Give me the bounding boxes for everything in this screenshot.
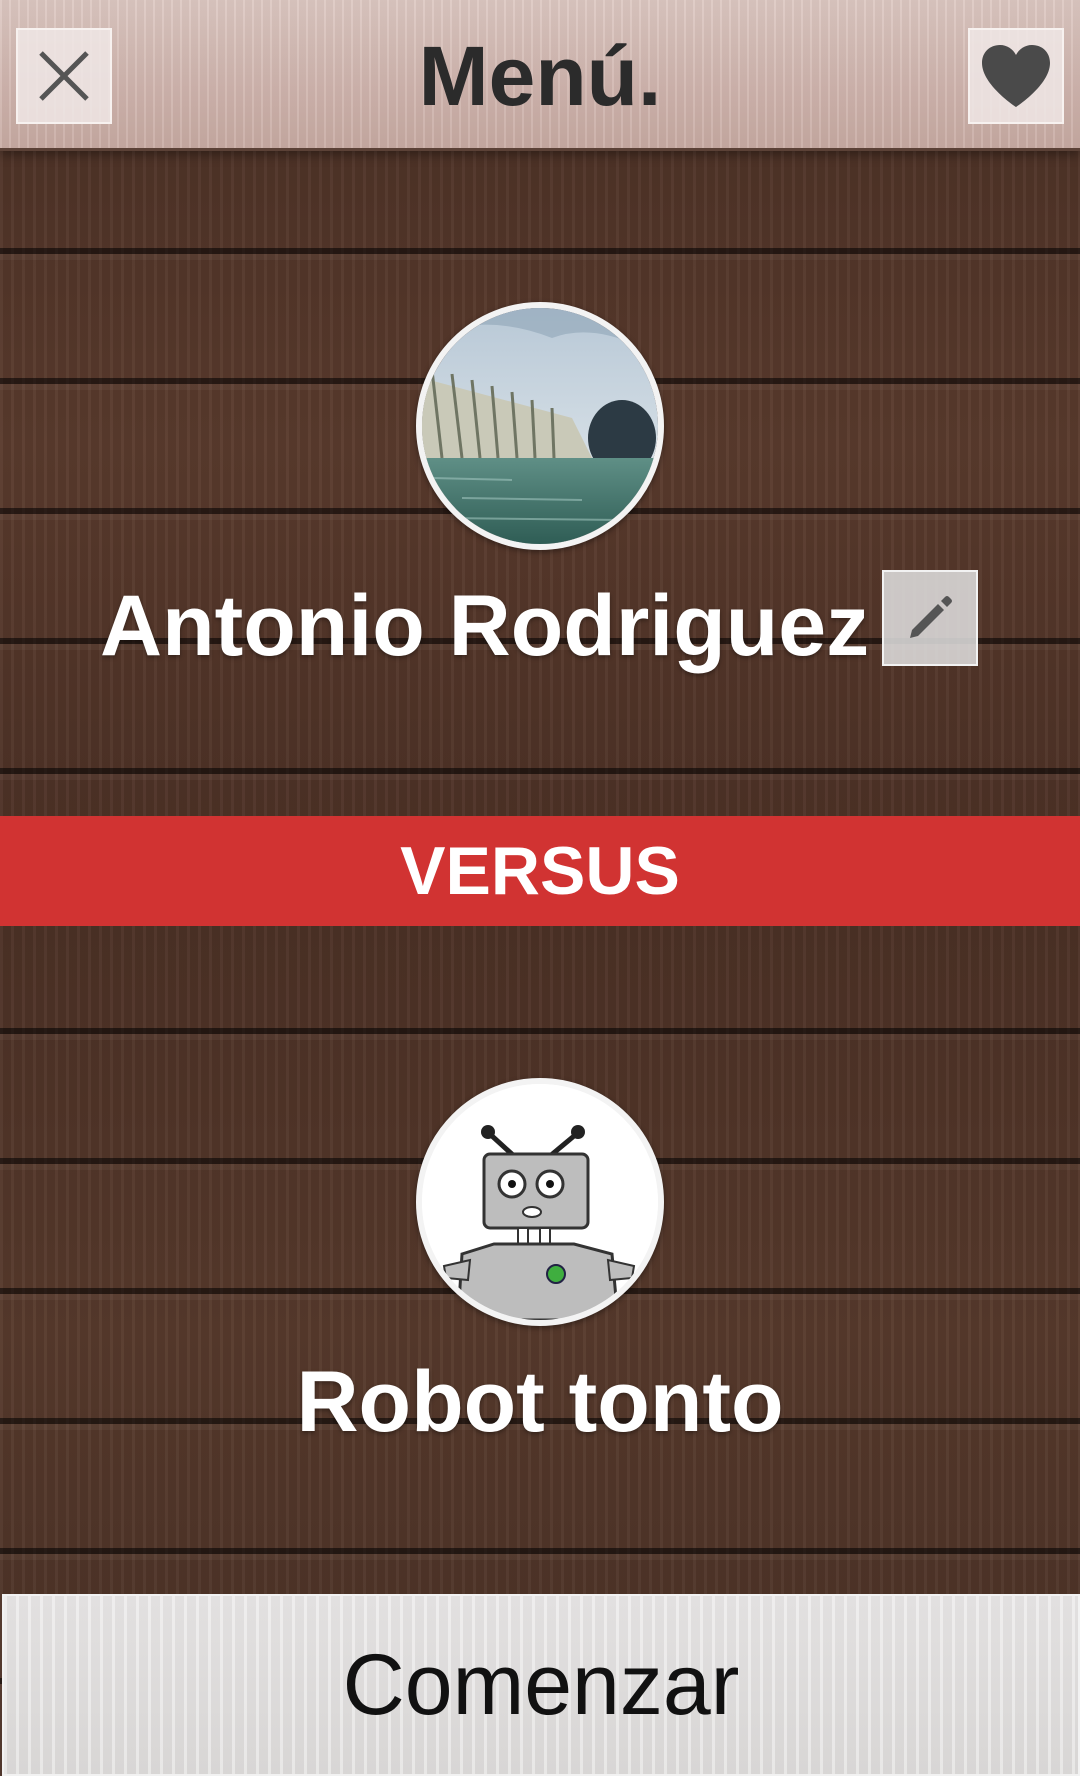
page-title: Menú. — [418, 29, 662, 123]
city-arts-sciences-photo — [422, 308, 658, 544]
versus-banner: VERSUS — [0, 816, 1080, 926]
robot-avatar — [422, 1084, 658, 1320]
heart-icon — [982, 45, 1050, 107]
favorite-button[interactable] — [968, 28, 1064, 124]
start-button[interactable]: Comenzar — [2, 1594, 1080, 1776]
top-bar: Menú. — [0, 0, 1080, 151]
player2-avatar[interactable] — [416, 1078, 664, 1326]
edit-name-button[interactable] — [882, 570, 978, 666]
player1-avatar[interactable] — [416, 302, 664, 550]
player1-name: Antonio Rodriguez — [100, 578, 870, 674]
pencil-icon — [910, 596, 952, 638]
player2-name: Robot tonto — [296, 1354, 784, 1450]
